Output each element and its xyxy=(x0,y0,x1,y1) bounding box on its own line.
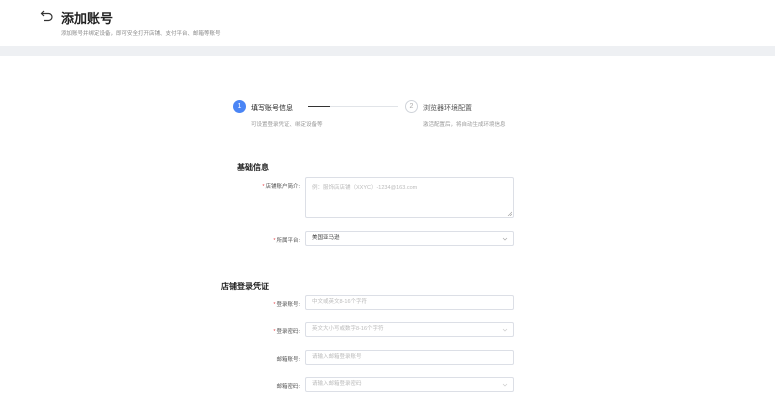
chevron-down-icon[interactable] xyxy=(502,327,508,333)
step-title: 填写账号信息 xyxy=(251,105,293,112)
platform-select[interactable]: 美国亚马逊 xyxy=(305,231,514,246)
email-password-input[interactable]: 请输入邮箱登录密码 xyxy=(305,377,514,392)
shop-intro-label: *店铺账户简介: xyxy=(262,184,300,190)
step-connector xyxy=(308,106,398,107)
login-account-label: *登录账号: xyxy=(273,302,300,308)
step-number: 1 xyxy=(233,100,246,113)
resize-handle-icon[interactable] xyxy=(507,211,512,216)
step-description: 激活配置后，将自动生成环境信息 xyxy=(423,122,506,128)
section-title-basic-info: 基础信息 xyxy=(237,163,269,172)
shop-intro-textarea[interactable]: 例：服饰店店铺（XXYC）-1234@163.com xyxy=(305,177,514,218)
chevron-down-icon[interactable] xyxy=(502,382,508,388)
section-title-login-credentials: 店铺登录凭证 xyxy=(221,282,269,291)
login-password-input[interactable]: 英文大小写或数字8-16个字符 xyxy=(305,322,514,337)
page-header: 添加账号 添加账号并绑定设备，即可安全打开店铺、支付平台、邮箱等账号 xyxy=(0,0,775,46)
page-subtitle: 添加账号并绑定设备，即可安全打开店铺、支付平台、邮箱等账号 xyxy=(61,31,221,37)
back-arrow-icon[interactable] xyxy=(40,9,54,23)
email-account-input[interactable]: 请输入邮箱登录账号 xyxy=(305,350,514,365)
login-password-label: *登录密码: xyxy=(273,329,300,335)
page-title: 添加账号 xyxy=(61,11,114,26)
email-password-label: 邮箱密码: xyxy=(276,384,300,390)
login-account-input[interactable]: 中文或英文8-16个字符 xyxy=(305,295,514,310)
platform-label: *所属平台: xyxy=(273,238,300,244)
header-divider xyxy=(0,46,775,56)
email-account-label: 邮箱账号: xyxy=(276,357,300,363)
step-description: 可设置登录凭证、绑定设备等 xyxy=(251,122,323,128)
step-number: 2 xyxy=(405,100,418,113)
chevron-down-icon xyxy=(502,237,508,241)
step-title: 浏览器环境配置 xyxy=(423,105,472,112)
